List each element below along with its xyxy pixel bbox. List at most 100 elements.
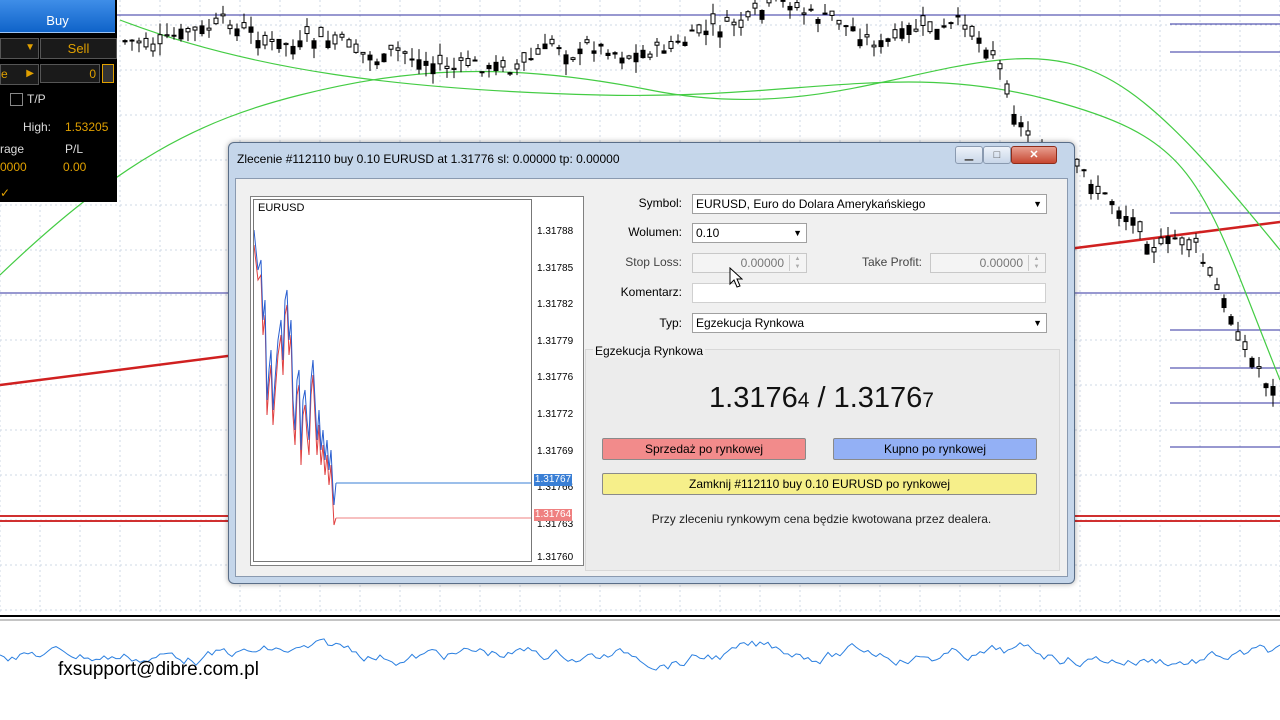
candle-body xyxy=(962,24,968,30)
price-tick: 1.31785 xyxy=(537,263,574,274)
high-value: 1.53205 xyxy=(65,120,109,134)
spin-arrows-icon: ▲ ▼ xyxy=(1028,255,1044,271)
leverage-value: 0000 xyxy=(0,160,27,174)
candle-body xyxy=(360,51,366,55)
minimize-button[interactable]: ▁ xyxy=(955,146,983,164)
candle-body xyxy=(675,40,681,43)
candle-body xyxy=(325,40,331,49)
symbol-select[interactable]: EURUSD, Euro do Dolara Amerykańskiego ▼ xyxy=(692,194,1047,214)
candle-body xyxy=(801,12,807,15)
points-stepper[interactable] xyxy=(102,64,114,83)
close-icon: ✕ xyxy=(1029,149,1039,161)
candle-body xyxy=(339,33,345,38)
candle-body xyxy=(1018,122,1024,128)
candle-body xyxy=(1214,284,1220,290)
candle-body xyxy=(1158,237,1164,245)
candle-body xyxy=(150,43,156,52)
candle-body xyxy=(1025,130,1031,136)
candle-body xyxy=(1074,158,1080,167)
candle-body xyxy=(556,47,562,50)
stoploss-stepper[interactable]: 0.00000 ▲ ▼ xyxy=(692,253,807,273)
comment-input[interactable] xyxy=(692,283,1046,303)
close-button[interactable]: ✕ xyxy=(1011,146,1057,164)
tick-chart: EURUSD 1.31788 1.31785 1.31782 1.31779 1… xyxy=(250,196,584,566)
type-select[interactable]: Egzekucja Rynkowa ▼ xyxy=(692,313,1047,333)
candle-body xyxy=(500,60,506,68)
candle-body xyxy=(269,38,275,42)
candle-body xyxy=(815,19,821,24)
candle-body xyxy=(1144,243,1150,255)
candle-body xyxy=(584,39,590,44)
candle-body xyxy=(661,50,667,54)
maximize-button[interactable]: □ xyxy=(983,146,1011,164)
candle-body xyxy=(843,25,849,28)
candle-body xyxy=(654,41,660,46)
pl-value: 0.00 xyxy=(63,160,87,174)
candle-body xyxy=(948,22,954,25)
price-tick: 1.31760 xyxy=(537,552,574,563)
candle-body xyxy=(521,52,527,63)
candle-body xyxy=(822,12,828,15)
ask-tick-line xyxy=(254,229,337,506)
candle-body xyxy=(1207,267,1213,276)
close-order-button[interactable]: Zamknij #112110 buy 0.10 EURUSD po rynko… xyxy=(602,473,1037,495)
candle-body xyxy=(990,50,996,56)
pl-label: P/L xyxy=(65,142,84,156)
candle-body xyxy=(591,50,597,54)
candle-body xyxy=(507,72,513,75)
candle-body xyxy=(164,34,170,37)
buy-button[interactable]: Buy xyxy=(0,0,115,33)
sell-button[interactable]: Sell xyxy=(40,38,117,59)
candle-body xyxy=(430,63,436,75)
buy-by-market-button[interactable]: Kupno po rynkowej xyxy=(833,438,1037,460)
ask-price: 1.3176 xyxy=(833,382,923,414)
candle-body xyxy=(290,45,296,55)
candle-body xyxy=(276,38,282,50)
candle-body xyxy=(122,40,128,43)
candle-body xyxy=(311,40,317,49)
candle-body xyxy=(178,28,184,40)
candle-body xyxy=(941,25,947,28)
candle-body xyxy=(864,34,870,38)
symbol-label: Symbol: xyxy=(638,196,682,210)
candle-body xyxy=(906,25,912,35)
candle-body xyxy=(647,53,653,58)
candle-body xyxy=(794,2,800,9)
candle-body xyxy=(402,51,408,54)
volume-dropdown[interactable]: ▼ xyxy=(0,38,39,59)
sell-by-market-button[interactable]: Sprzedaż po rynkowej xyxy=(602,438,806,460)
type-label: Typ: xyxy=(659,316,682,330)
candle-body xyxy=(1242,341,1248,350)
candle-body xyxy=(710,13,716,25)
candle-body xyxy=(1116,210,1122,219)
type-select-text: Egzekucja Rynkowa xyxy=(696,316,805,330)
sl-selector[interactable]: e ▶ xyxy=(0,64,39,85)
candle-body xyxy=(241,22,247,29)
candle-body xyxy=(913,28,919,32)
group-title: Egzekucja Rynkowa xyxy=(593,344,706,358)
support-email: fxsupport@dibre.com.pl xyxy=(58,659,259,680)
takeprofit-stepper[interactable]: 0.00000 ▲ ▼ xyxy=(930,253,1046,273)
high-label: High: xyxy=(23,120,52,134)
order-dialog: Zlecenie #112110 buy 0.10 EURUSD at 1.31… xyxy=(228,142,1075,584)
candle-body xyxy=(381,53,387,63)
candle-body xyxy=(829,10,835,16)
candle-body xyxy=(1263,383,1269,389)
bid-ask-quote: 1.31764 / 1.31767 xyxy=(585,382,1058,415)
candle-body xyxy=(1221,298,1227,309)
tp-checkbox[interactable] xyxy=(10,93,23,106)
candle-body xyxy=(857,39,863,47)
bid-price-label: 1.31764 xyxy=(534,509,572,521)
candle-body xyxy=(976,37,982,44)
candle-body xyxy=(367,54,373,61)
candle-body xyxy=(437,54,443,65)
points-field[interactable]: 0 xyxy=(40,64,100,83)
volume-select[interactable]: 0.10 ▼ xyxy=(692,223,807,243)
sl-selector-text: e xyxy=(1,67,8,81)
candle-body xyxy=(682,41,688,46)
candle-body xyxy=(780,0,786,2)
comment-label: Komentarz: xyxy=(620,285,682,299)
candle-body xyxy=(1165,236,1171,245)
candle-body xyxy=(1004,83,1010,95)
candle-body xyxy=(745,11,751,18)
